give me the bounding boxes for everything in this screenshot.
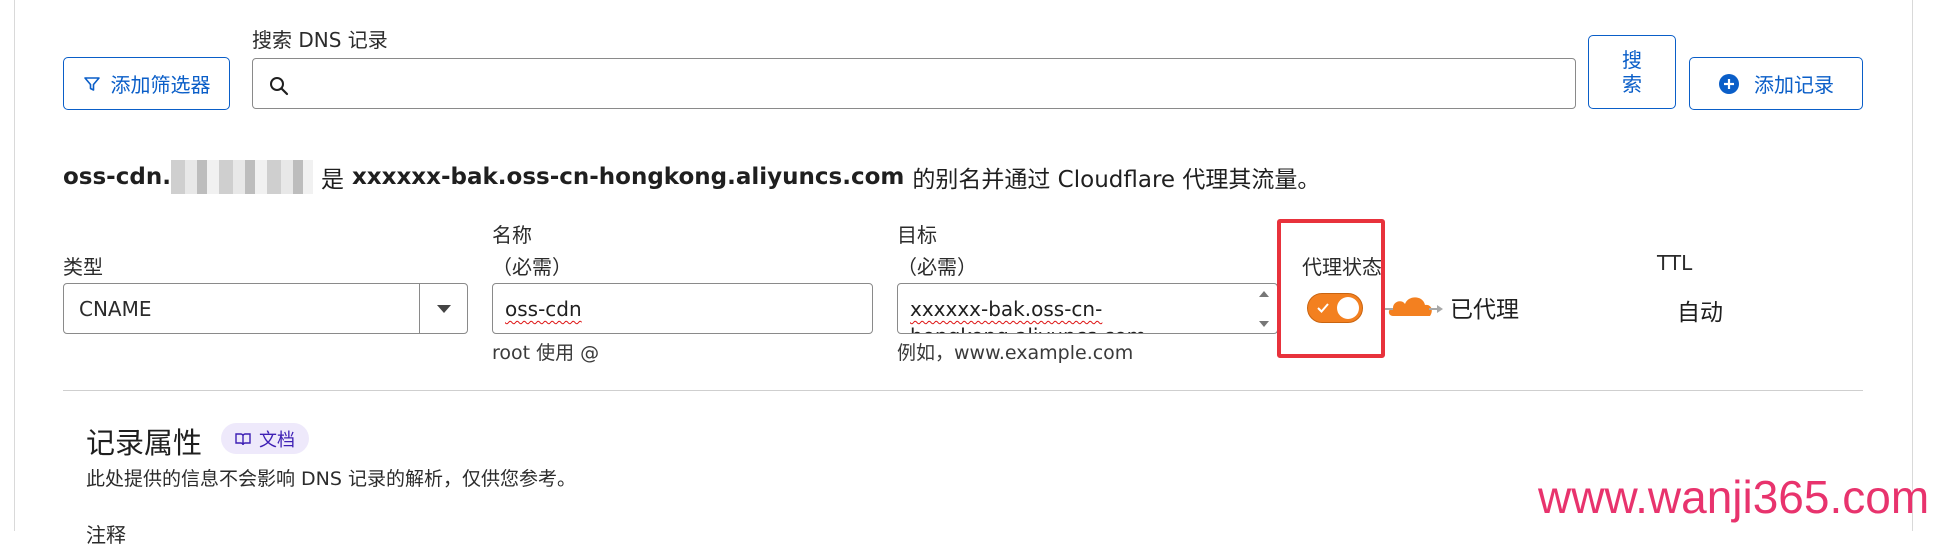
summary-connector: 是 xyxy=(320,167,344,193)
summary-name: oss-cdn. xyxy=(63,164,171,190)
type-value: CNAME xyxy=(79,297,152,321)
select-divider xyxy=(419,284,420,333)
toggle-knob xyxy=(1337,297,1359,319)
add-filter-label: 添加筛选器 xyxy=(110,73,211,97)
scroll-down-icon[interactable] xyxy=(1258,320,1270,328)
watermark: www.wanji365.com xyxy=(1538,471,1930,523)
section-divider xyxy=(63,390,1863,391)
target-required: （必需） xyxy=(897,255,977,279)
ttl-label: TTL xyxy=(1657,251,1693,275)
docs-label: 文档 xyxy=(259,429,295,451)
name-label: 名称 xyxy=(492,223,532,247)
summary-target: xxxxxx-bak.oss-cn-hongkong.aliyuncs.com xyxy=(351,164,905,190)
add-record-label: 添加记录 xyxy=(1754,73,1834,97)
chevron-down-icon xyxy=(437,305,451,313)
summary-suffix: 的别名并通过 Cloudflare 代理其流量。 xyxy=(912,167,1321,193)
name-value: oss-cdn xyxy=(505,297,582,321)
left-border xyxy=(14,0,15,531)
name-required: （必需） xyxy=(492,255,572,279)
record-summary: oss-cdn. 是 xxxxxx-bak.oss-cn-hongkong.al… xyxy=(63,160,1320,194)
target-value-line2: hongkong.aliyuncs.com xyxy=(910,324,1146,333)
proxy-status-text: 已代理 xyxy=(1450,297,1519,323)
proxy-toggle[interactable] xyxy=(1307,293,1363,323)
target-label: 目标 xyxy=(897,223,937,247)
cloud-proxy-icon xyxy=(1385,297,1443,316)
search-button[interactable]: 搜 索 xyxy=(1588,35,1676,109)
target-value-line1: xxxxxx-bak.oss-cn- xyxy=(910,297,1103,321)
name-input[interactable]: oss-cdn xyxy=(492,283,873,334)
record-attributes-description: 此处提供的信息不会影响 DNS 记录的解析，仅供您参考。 xyxy=(86,468,576,490)
search-button-label: 搜 索 xyxy=(1622,48,1642,96)
book-icon xyxy=(235,432,251,445)
type-label: 类型 xyxy=(63,255,103,279)
target-input[interactable]: xxxxxx-bak.oss-cn- hongkong.aliyuncs.com xyxy=(897,283,1278,334)
name-hint: root 使用 @ xyxy=(492,342,600,364)
redacted-block xyxy=(170,160,313,194)
type-select[interactable]: CNAME xyxy=(63,283,468,334)
check-icon xyxy=(1317,303,1329,313)
target-hint: 例如，www.example.com xyxy=(897,342,1134,364)
docs-badge[interactable]: 文档 xyxy=(221,423,309,454)
comment-label: 注释 xyxy=(86,523,126,547)
record-attributes-title: 记录属性 xyxy=(86,426,203,460)
search-icon xyxy=(270,77,289,96)
plus-circle-icon xyxy=(1719,73,1739,94)
ttl-value: 自动 xyxy=(1677,300,1723,326)
highlight-box xyxy=(1277,219,1385,358)
add-filter-button[interactable]: 添加筛选器 xyxy=(63,57,230,110)
scroll-up-icon[interactable] xyxy=(1258,290,1270,298)
add-record-button[interactable]: 添加记录 xyxy=(1689,57,1863,110)
search-label: 搜索 DNS 记录 xyxy=(252,28,388,52)
search-input[interactable] xyxy=(252,58,1576,109)
right-border xyxy=(1912,0,1913,531)
filter-icon xyxy=(83,76,100,91)
